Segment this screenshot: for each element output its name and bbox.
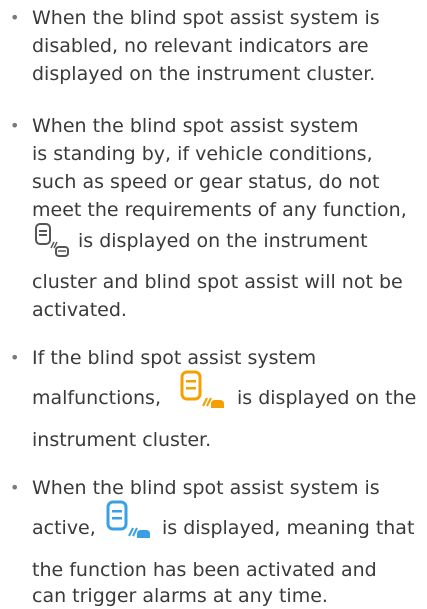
text-line: active, [32, 517, 96, 539]
bullet-marker: • [10, 478, 20, 497]
text-line: is displayed, meaning that [162, 517, 415, 539]
bullet-marker: • [10, 116, 20, 135]
bullet-marker: • [10, 8, 20, 27]
text-line: is displayed on the [237, 387, 417, 409]
text-line: If the blind spot assist system [32, 347, 317, 369]
blind-spot-malfunction-icon [176, 370, 224, 410]
text-line: instrument cluster. [32, 429, 212, 451]
text-line: cluster and blind spot assist will not b… [32, 271, 403, 293]
text-line: When the blind spot assist system is [32, 477, 380, 499]
text-line: such as speed or gear status, do not [32, 171, 380, 193]
text-line: disabled, no relevant indicators are [32, 35, 369, 57]
text-line: is standing by, if vehicle conditions, [32, 143, 373, 165]
text-line: activated. [32, 299, 127, 321]
text-line: the function has been activated and [32, 559, 377, 581]
document-page: • When the blind spot assist system is d… [0, 0, 427, 609]
text-line: When the blind spot assist system is [32, 7, 380, 29]
text-line: malfunctions, [32, 387, 161, 409]
bullet-marker: • [10, 348, 20, 367]
blind-spot-standby-icon [34, 222, 70, 258]
text-line: is displayed on the instrument [78, 230, 368, 252]
text-line: can trigger alarms at any time. [32, 585, 328, 607]
text-line: displayed on the instrument cluster. [32, 63, 376, 85]
blind-spot-active-icon [102, 500, 150, 540]
text-line: meet the requirements of any function, [32, 199, 407, 221]
text-line: When the blind spot assist system [32, 115, 359, 137]
